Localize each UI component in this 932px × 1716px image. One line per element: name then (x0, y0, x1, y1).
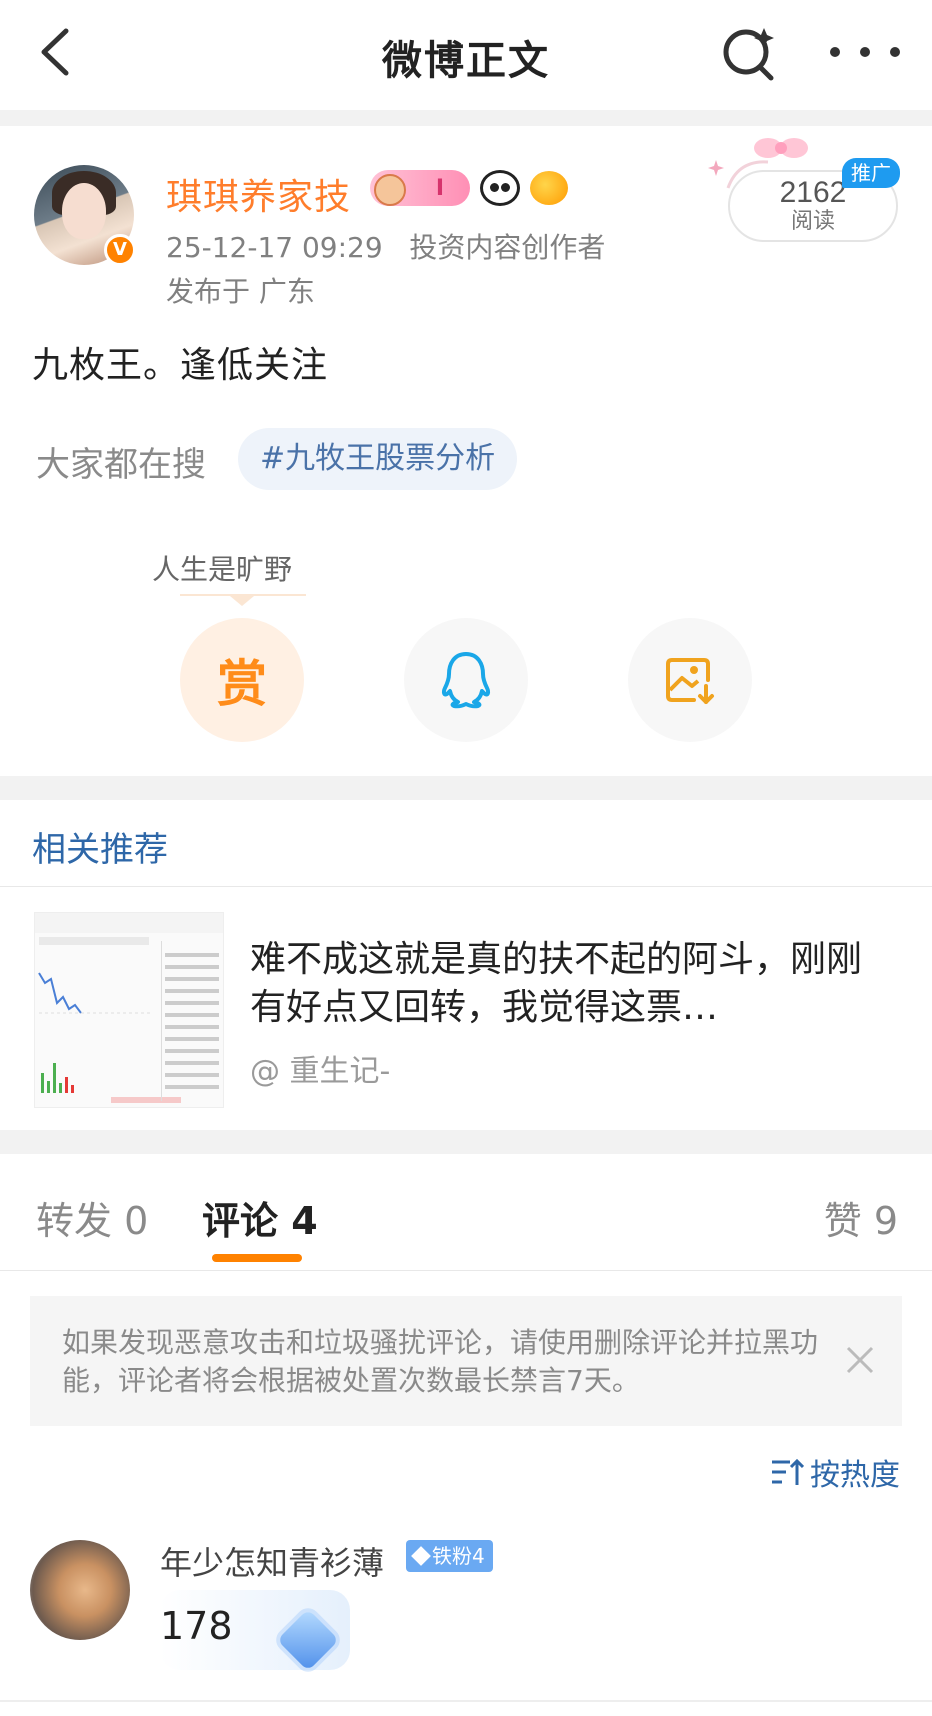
related-section-title: 相关推荐 (32, 830, 168, 870)
search-sparkle-icon (723, 28, 774, 81)
comment-text: 178 (160, 1604, 233, 1648)
top-bar: 微博正文 (0, 0, 932, 110)
trending-search-label: 大家都在搜 (36, 445, 206, 485)
commenter-avatar[interactable] (30, 1540, 130, 1640)
author-title: 投资内容创作者 (409, 231, 606, 264)
tab-forward[interactable]: 转发 0 (36, 1190, 148, 1245)
fan-badge-label: 铁粉4 (432, 1544, 485, 1568)
fan-badge[interactable]: 铁粉4 (406, 1540, 493, 1572)
divider (0, 1700, 932, 1702)
more-dot (860, 47, 870, 57)
related-item-text[interactable]: 难不成这就是真的扶不起的阿斗，刚刚有好点又回转，我觉得这票… (250, 936, 890, 1032)
tab-like[interactable]: 赞 9 (824, 1190, 898, 1245)
comment-notice: 如果发现恶意攻击和垃圾骚扰评论，请使用删除评论并拉黑功能，评论者将会根据被处置次… (30, 1296, 902, 1426)
post-meta: 25-12-17 09:29 投资内容创作者 (166, 226, 605, 266)
sort-icon (772, 1458, 804, 1485)
sort-button[interactable]: 按热度 (770, 1450, 900, 1494)
notice-text: 如果发现恶意攻击和垃圾骚扰评论，请使用删除评论并拉黑功能，评论者将会根据被处置次… (62, 1326, 819, 1397)
stock-chart-thumbnail-icon (35, 913, 223, 1103)
save-image-button[interactable] (628, 618, 752, 742)
active-tab-indicator (212, 1254, 302, 1262)
reward-user[interactable]: 人生是旷野 (152, 548, 292, 588)
author-name[interactable]: 琪琪养家技 (166, 168, 351, 220)
panda-badge-icon[interactable] (480, 170, 520, 206)
post-text: 九枚王。逢低关注 (32, 345, 329, 386)
section-gap (0, 1130, 932, 1154)
related-thumbnail[interactable] (34, 912, 224, 1108)
topic-link[interactable]: #九牧王股票分析 (238, 428, 518, 490)
share-qq-button[interactable] (404, 618, 528, 742)
reward-pointer (230, 596, 254, 606)
more-button[interactable] (830, 32, 900, 72)
verified-icon: V (104, 234, 136, 266)
more-dot (890, 47, 900, 57)
section-gap (0, 776, 932, 800)
qq-icon (441, 652, 491, 709)
page-title: 微博正文 (382, 38, 550, 84)
promo-tag[interactable]: 推广 (842, 158, 900, 188)
more-dot (830, 47, 840, 57)
post-location: 发布于 广东 (166, 275, 315, 308)
tab-comment[interactable]: 评论 4 (202, 1190, 318, 1245)
commenter-name[interactable]: 年少怎知青衫薄 (160, 1538, 384, 1584)
reward-label: 赏 (217, 655, 267, 713)
close-icon[interactable] (838, 1338, 882, 1382)
member-level-badge[interactable]: I (370, 170, 470, 206)
reward-button[interactable]: 赏 (180, 618, 304, 742)
section-gap (0, 110, 932, 126)
related-item-source[interactable]: @ 重生记- (250, 1046, 390, 1090)
read-label: 阅读 (790, 209, 835, 234)
sort-label: 按热度 (810, 1458, 900, 1493)
search-button[interactable] (718, 22, 780, 84)
divider (0, 1270, 932, 1271)
diamond-icon (411, 1546, 431, 1566)
post-timestamp: 25-12-17 09:29 (166, 231, 383, 264)
fish-badge-icon[interactable] (530, 171, 568, 205)
divider (0, 886, 932, 887)
save-image-icon (666, 658, 714, 704)
author-badges: I (370, 170, 568, 206)
